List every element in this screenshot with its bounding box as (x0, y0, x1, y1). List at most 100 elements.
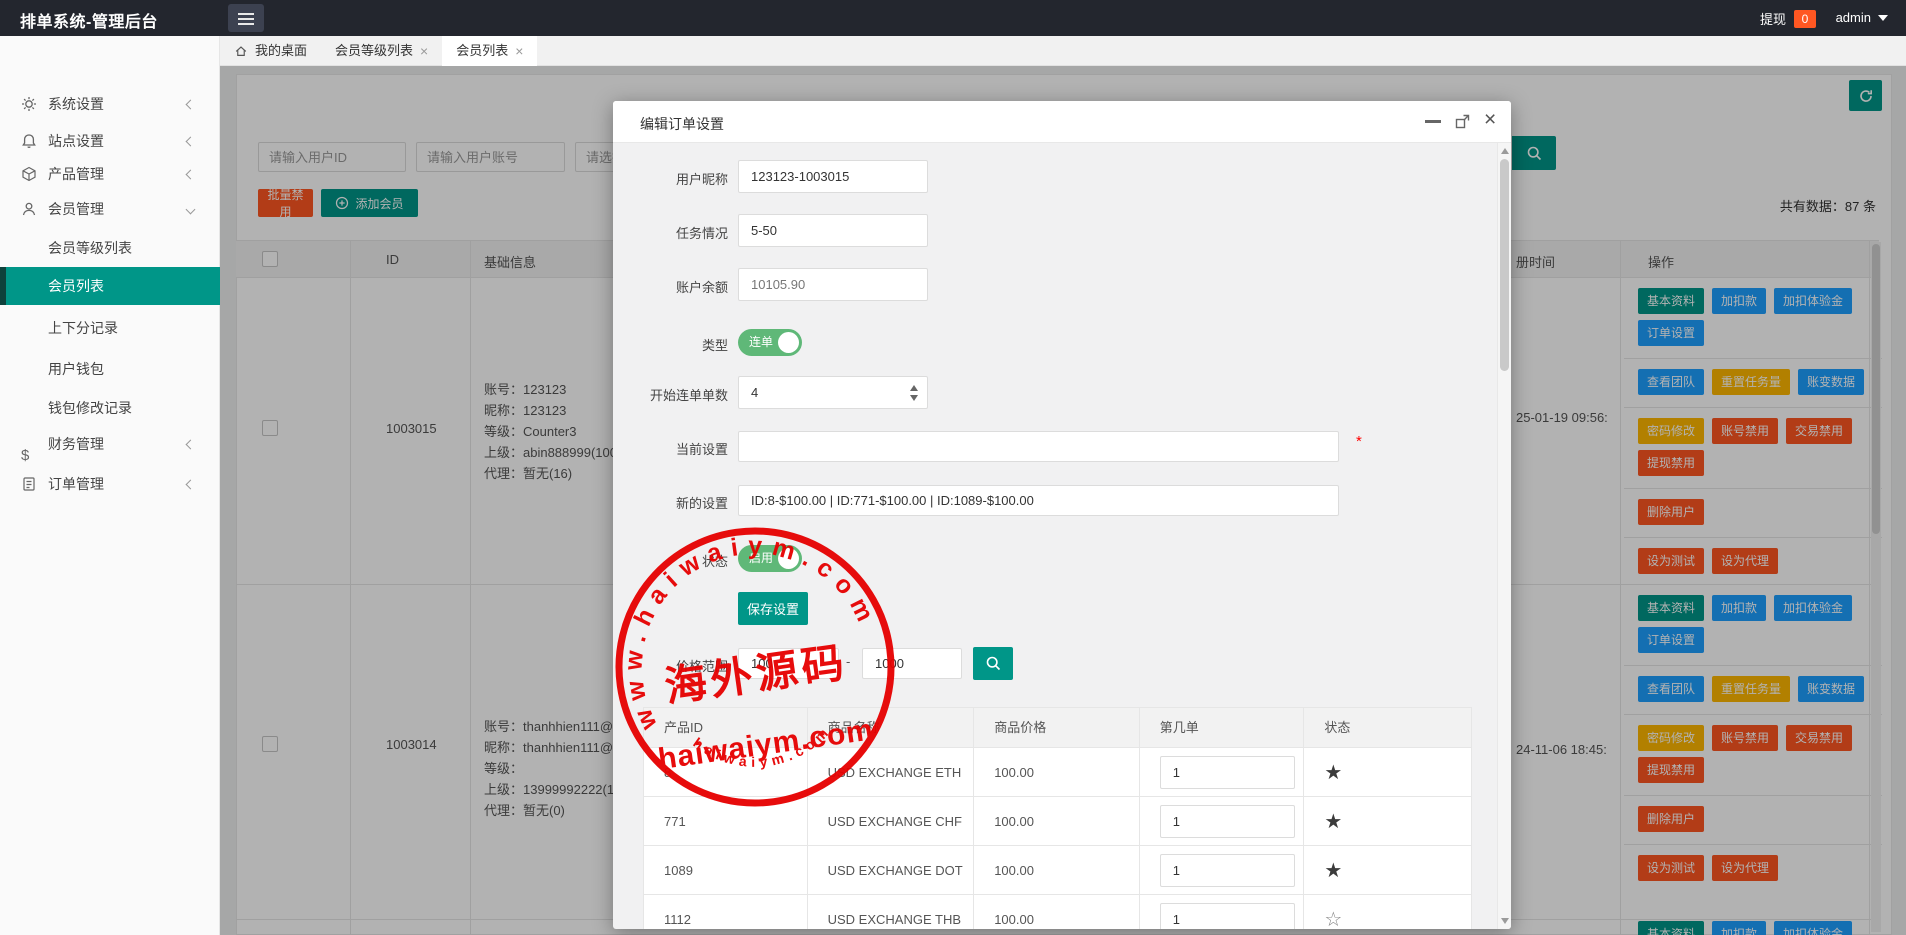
modal-scrollbar[interactable] (1497, 143, 1511, 929)
sidebar-subitem-label: 钱包修改记录 (48, 389, 132, 427)
product-id: 1112 (644, 895, 808, 929)
maximize-icon[interactable] (1455, 114, 1470, 134)
chevron-down-icon (1878, 15, 1888, 21)
number-spinner-icon[interactable] (910, 384, 919, 402)
sidebar-item-财务管理[interactable]: $财务管理 (0, 425, 220, 463)
star-filled-icon[interactable]: ★ (1324, 760, 1342, 785)
balance-label: 账户余额 (625, 277, 728, 296)
price-range-separator: - (846, 654, 850, 669)
new-setting-label: 新的设置 (625, 493, 728, 512)
withdraw-label: 提现 (1760, 12, 1786, 27)
gear-icon (21, 96, 37, 112)
username: admin (1836, 10, 1871, 25)
toggle-knob (778, 548, 799, 569)
tab-我的桌面[interactable]: 我的桌面 (220, 36, 321, 66)
sidebar-item-用户钱包[interactable]: 用户钱包 (0, 350, 220, 388)
product-name: USD EXCHANGE CHF (808, 797, 975, 845)
current-setting-label: 当前设置 (625, 439, 728, 458)
order-number-cell (1140, 846, 1305, 894)
product-name: USD EXCHANGE DOT (808, 846, 975, 894)
product-id: 8 (644, 748, 808, 796)
scroll-down-icon[interactable] (1501, 918, 1509, 924)
chevron-left-icon (186, 137, 196, 147)
task-input[interactable] (738, 214, 928, 247)
type-label: 类型 (625, 335, 728, 354)
sidebar-item-label: 订单管理 (48, 465, 104, 503)
product-row: 1089USD EXCHANGE DOT100.00★ (644, 846, 1471, 895)
product-id: 771 (644, 797, 808, 845)
chevron-left-icon (186, 100, 196, 110)
tab-label: 会员等级列表 (335, 36, 413, 66)
sidebar-item-label: 系统设置 (48, 85, 104, 123)
home-icon (234, 44, 248, 58)
order-number-input[interactable] (1160, 903, 1295, 930)
sidebar-item-钱包修改记录[interactable]: 钱包修改记录 (0, 389, 220, 427)
tab-label: 会员列表 (456, 36, 508, 66)
product-col-header: 状态 (1304, 708, 1471, 747)
star-filled-icon[interactable]: ★ (1324, 809, 1342, 834)
status-cell: ★ (1304, 797, 1471, 845)
sidebar-item-系统设置[interactable]: 系统设置 (0, 85, 220, 123)
tab-会员等级列表[interactable]: 会员等级列表 × (321, 36, 442, 66)
price-min-input[interactable] (738, 648, 839, 679)
save-settings-button[interactable]: 保存设置 (738, 592, 808, 625)
product-name: USD EXCHANGE ETH (808, 748, 975, 796)
status-toggle[interactable]: 启用 (738, 545, 802, 572)
minimize-icon[interactable] (1425, 120, 1441, 123)
edit-order-settings-modal: 编辑订单设置 × 用户昵称 任务情况 账户余额 类型 连单 开始连单单数 当前设… (613, 101, 1511, 929)
sidebar-subitem-label: 会员列表 (48, 267, 104, 305)
app-window: 排单系统-管理后台 提现0 admin 我的桌面会员等级列表×会员列表× 系统设… (0, 0, 1906, 935)
product-table: 产品ID商品名称商品价格第几单状态8USD EXCHANGE ETH100.00… (643, 707, 1472, 929)
type-toggle[interactable]: 连单 (738, 329, 802, 356)
sidebar-item-会员管理[interactable]: 会员管理 (0, 190, 220, 228)
chevron-left-icon (186, 170, 196, 180)
sidebar-item-上下分记录[interactable]: 上下分记录 (0, 309, 220, 347)
product-col-header: 第几单 (1140, 708, 1305, 747)
task-label: 任务情况 (625, 223, 728, 242)
star-filled-icon[interactable]: ★ (1324, 858, 1342, 883)
bell-icon (21, 133, 37, 149)
close-icon[interactable]: × (1484, 108, 1496, 132)
nickname-label: 用户昵称 (625, 169, 728, 188)
close-icon[interactable]: × (515, 44, 523, 58)
balance-input[interactable] (738, 268, 928, 301)
nickname-input[interactable] (738, 160, 928, 193)
product-row: 771USD EXCHANGE CHF100.00 ★ (644, 797, 1471, 846)
chevron-left-icon (186, 480, 196, 490)
scrollbar-thumb[interactable] (1500, 159, 1509, 371)
tab-label: 我的桌面 (255, 36, 307, 66)
product-price: 100.00 (974, 797, 1140, 845)
order-number-input[interactable] (1160, 805, 1295, 838)
sidebar-item-产品管理[interactable]: 产品管理 (0, 155, 220, 193)
sidebar-item-会员列表[interactable]: 会员列表 (0, 267, 220, 305)
modal-title: 编辑订单设置 (640, 114, 724, 134)
product-name: USD EXCHANGE THB (808, 895, 975, 929)
current-setting-input[interactable] (738, 431, 1339, 462)
withdraw-menu[interactable]: 提现0 (1760, 9, 1816, 28)
order-number-input[interactable] (1160, 854, 1295, 887)
price-max-input[interactable] (862, 648, 962, 679)
product-col-header: 产品ID (644, 708, 808, 747)
price-search-button[interactable] (973, 647, 1013, 680)
toggle-knob (778, 332, 799, 353)
sidebar-nav: 系统设置站点设置产品管理会员管理会员等级列表会员列表上下分记录用户钱包钱包修改记… (0, 36, 220, 935)
hamburger-menu-icon[interactable] (228, 4, 264, 32)
sidebar-item-订单管理[interactable]: 订单管理 (0, 465, 220, 503)
required-asterisk: * (1356, 433, 1362, 450)
product-id: 1089 (644, 846, 808, 894)
sidebar-item-会员等级列表[interactable]: 会员等级列表 (0, 229, 220, 267)
sidebar-subitem-label: 上下分记录 (48, 309, 118, 347)
start-count-input[interactable] (738, 376, 928, 409)
close-icon[interactable]: × (420, 44, 428, 58)
tab-会员列表[interactable]: 会员列表 × (442, 36, 537, 66)
modal-header[interactable]: 编辑订单设置 × (613, 101, 1511, 143)
order-number-cell (1140, 895, 1305, 929)
star-outline-icon[interactable]: ☆ (1324, 907, 1342, 930)
scroll-up-icon[interactable] (1501, 148, 1509, 154)
new-setting-input[interactable] (738, 485, 1339, 516)
status-cell: ★ (1304, 846, 1471, 894)
price-range-label: 价格范围 (625, 656, 728, 675)
order-number-input[interactable] (1160, 756, 1295, 789)
order-number-cell (1140, 797, 1305, 845)
user-menu[interactable]: admin (1836, 10, 1888, 25)
